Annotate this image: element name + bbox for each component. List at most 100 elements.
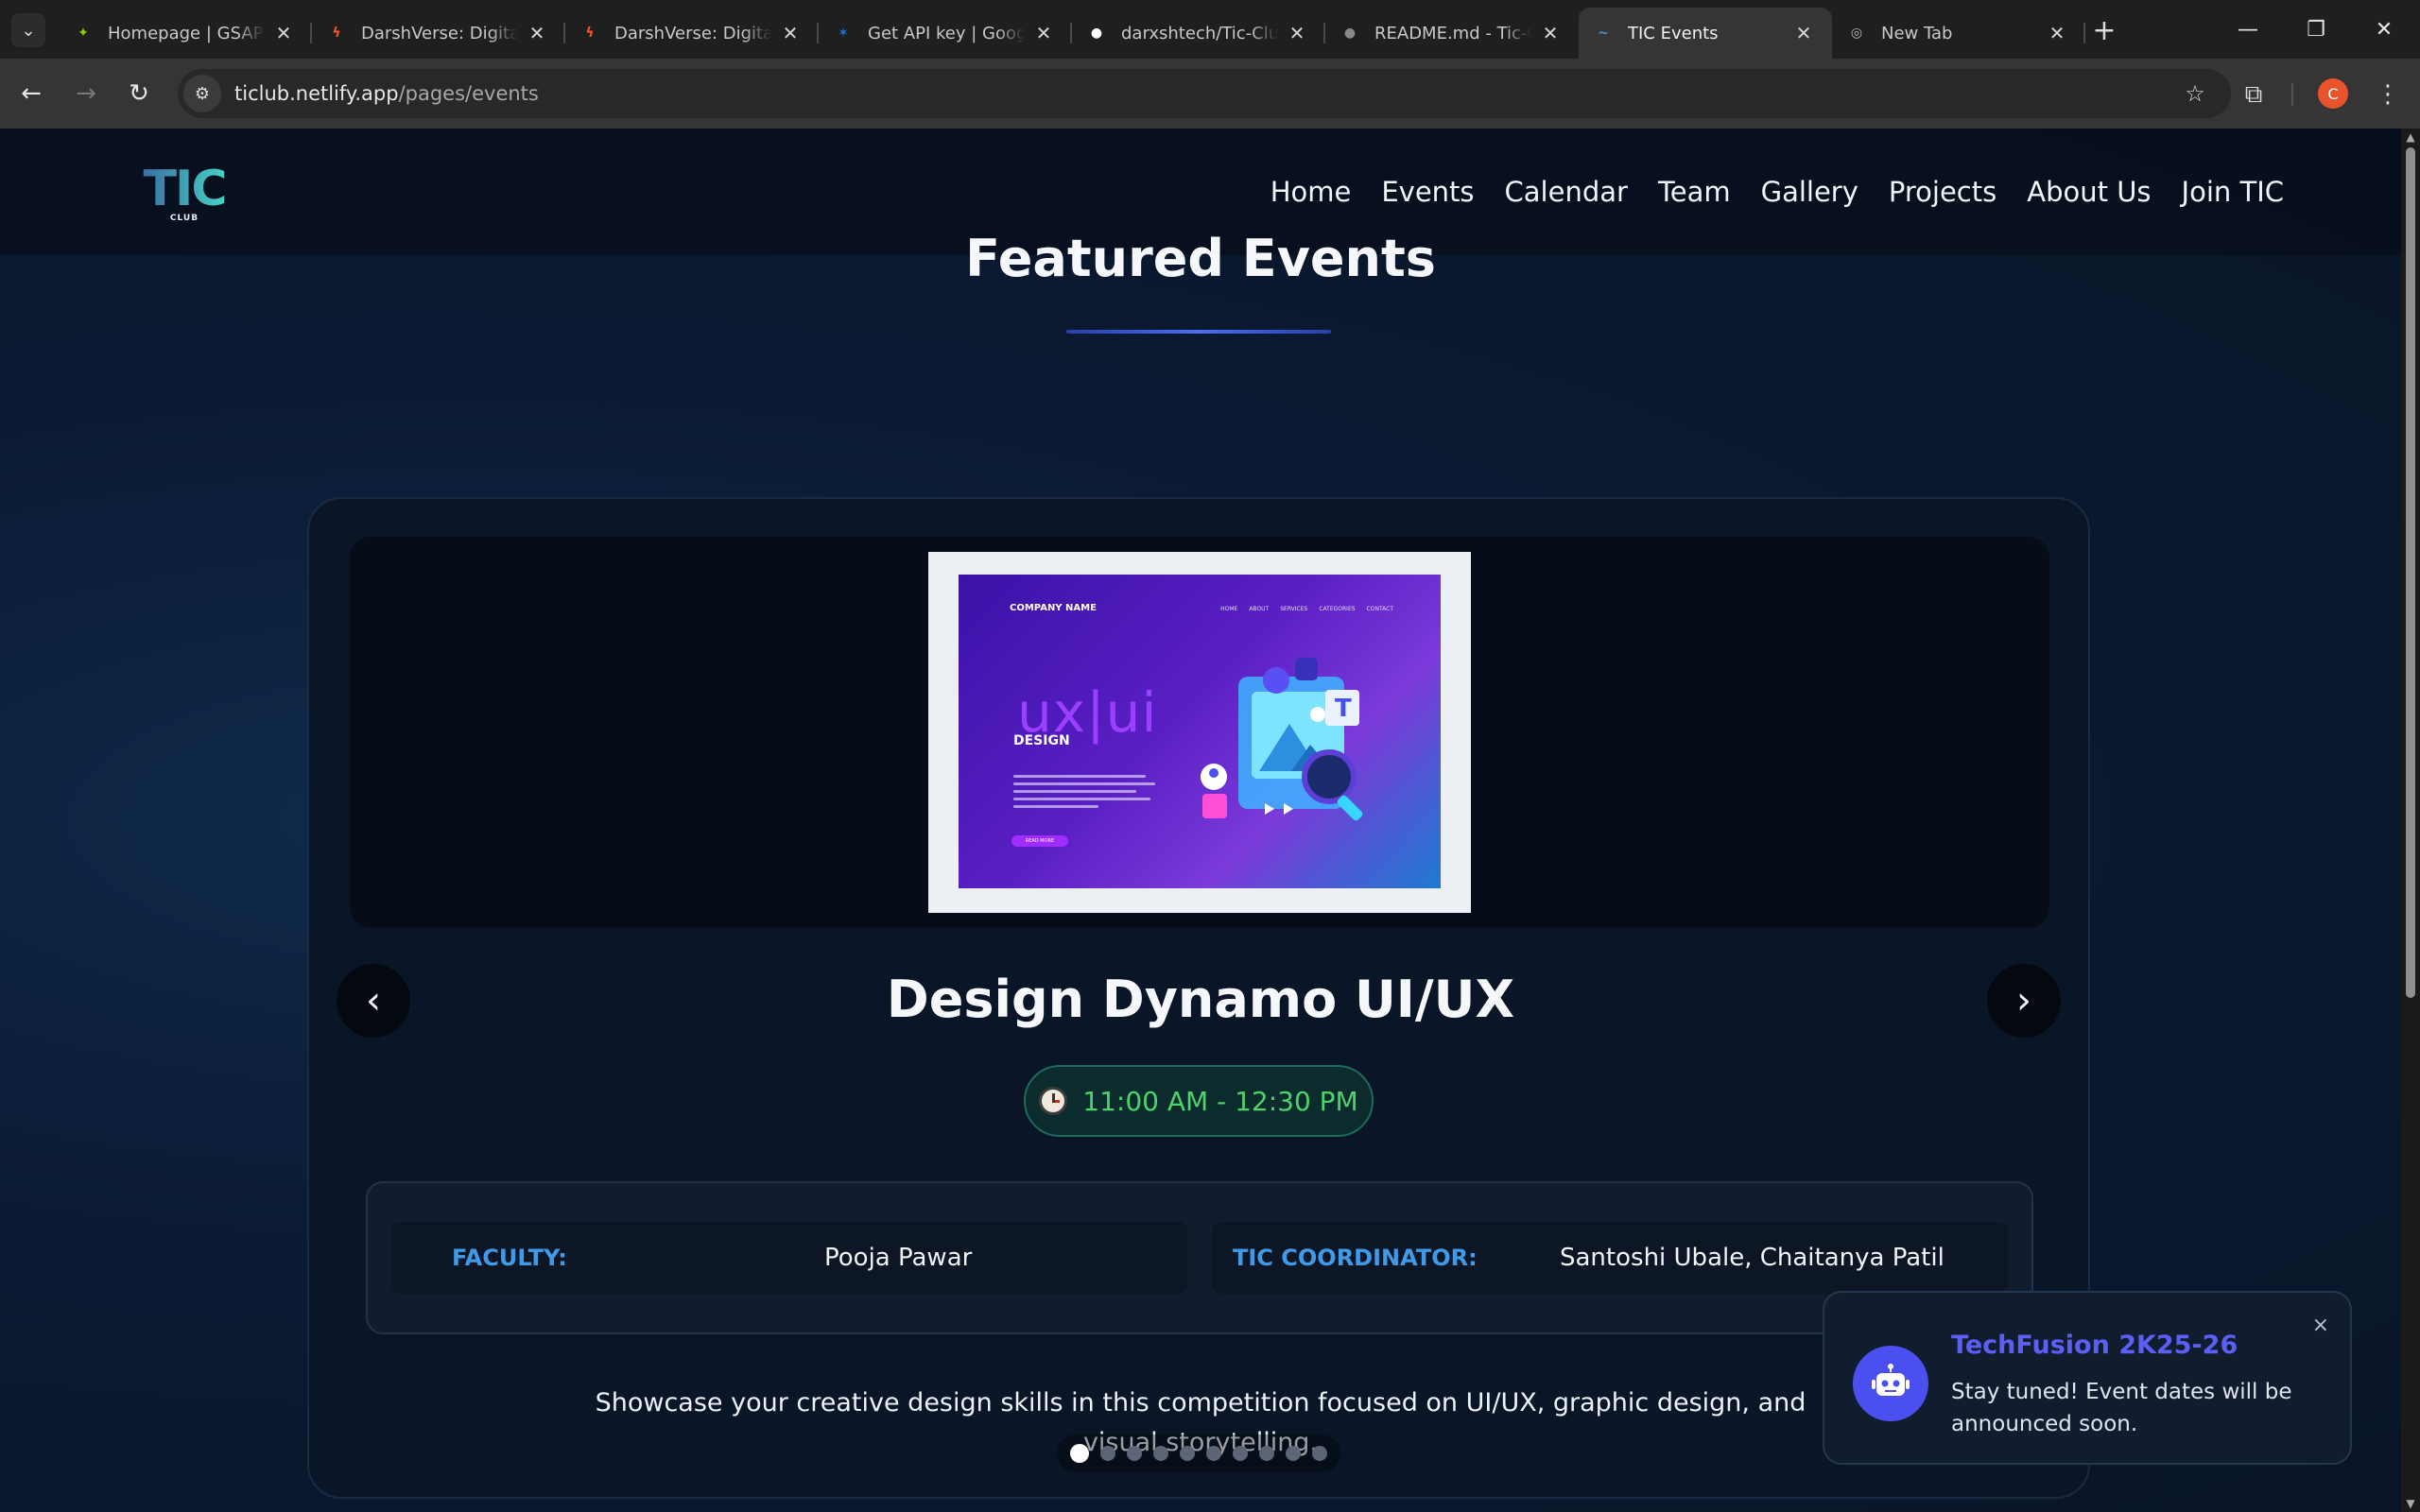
svg-text:T: T [1335, 695, 1352, 723]
site-info-button[interactable]: ⚙ [183, 75, 221, 112]
github-icon: ● [1343, 26, 1357, 41]
nav-link-home[interactable]: Home [1270, 176, 1352, 208]
carousel-dot[interactable] [1180, 1446, 1195, 1461]
tab-close-icon[interactable]: ✕ [2046, 22, 2068, 44]
carousel-dot[interactable] [1127, 1446, 1142, 1461]
logo-mark: TIC [143, 161, 228, 217]
poster-body-text [1013, 775, 1155, 813]
tab-close-icon[interactable]: ✕ [1032, 22, 1055, 44]
more-vert-icon: ⋮ [2376, 80, 2400, 109]
browser-tab[interactable]: ϟ DarshVerse: Digital V ✕ [565, 8, 819, 59]
event-poster: COMPANY NAME HOME ABOUT SERVICES CATEGORIES… [928, 552, 1471, 913]
tic-icon: ~ [1598, 26, 1609, 41]
event-title: Design Dynamo UI/UX [886, 970, 1515, 1029]
scroll-down-arrow-icon[interactable]: ▼ [2405, 1497, 2416, 1510]
url-text[interactable]: ticlub.netlify.app/pages/events [234, 82, 539, 105]
faculty-cell: FACULTY: Pooja Pawar [391, 1222, 1187, 1294]
poster-read-more: READ MORE [1011, 835, 1068, 847]
nav-link-gallery[interactable]: Gallery [1761, 176, 1858, 208]
extensions-button[interactable]: ⧉ [2235, 76, 2273, 113]
forward-button[interactable]: → [66, 74, 106, 113]
poster-nav-item: CONTACT [1366, 606, 1393, 612]
carousel-dot[interactable] [1286, 1446, 1301, 1461]
address-bar[interactable]: ⚙ ticlub.netlify.app/pages/events ☆ [178, 69, 2231, 118]
reload-button[interactable]: ↻ [119, 74, 159, 113]
poster-artwork: COMPANY NAME HOME ABOUT SERVICES CATEGORIES… [959, 575, 1441, 888]
coordinator-cell: TIC COORDINATOR: Santoshi Ubale, Chaitan… [1212, 1222, 2008, 1294]
browser-tab[interactable]: ◎ New Tab ✕ [1832, 8, 2085, 59]
carousel-dot[interactable] [1153, 1446, 1168, 1461]
carousel-dot[interactable] [1070, 1444, 1089, 1463]
puzzle-icon: ⧉ [2244, 79, 2263, 109]
browser-tab[interactable]: ✦ Homepage | GSAP ✕ [59, 8, 312, 59]
poster-subline: DESIGN [1013, 733, 1070, 748]
bolt-icon: ϟ [332, 26, 341, 41]
nav-link-projects[interactable]: Projects [1889, 176, 1996, 208]
poster-illustration-icon: T [1201, 658, 1363, 821]
nav-link-calendar[interactable]: Calendar [1505, 176, 1628, 208]
carousel-pagination [1057, 1435, 1340, 1472]
chrome-icon: ◎ [1850, 26, 1863, 41]
browser-tab[interactable]: ✶ Get API key | Google ✕ [819, 8, 1072, 59]
star-icon: ☆ [2185, 80, 2205, 107]
browser-menu-button[interactable]: ⋮ [2369, 76, 2407, 113]
tab-close-icon[interactable]: ✕ [1539, 22, 1562, 44]
page-scrollbar[interactable]: ▲ ▼ [2401, 129, 2420, 1512]
tab-close-icon[interactable]: ✕ [779, 22, 802, 44]
poster-nav-item: SERVICES [1280, 606, 1308, 612]
carousel-dot[interactable] [1206, 1446, 1221, 1461]
tab-search-button[interactable]: ⌄ [11, 13, 45, 47]
robot-icon [1853, 1346, 1928, 1421]
tab-separator [2083, 23, 2085, 43]
browser-tab[interactable]: ϟ DarshVerse: Digital V ✕ [312, 8, 565, 59]
back-button[interactable]: ← [11, 74, 51, 113]
minimize-button[interactable]: — [2214, 0, 2282, 59]
tab-title: README.md - Tic-Cl [1374, 23, 1531, 43]
new-tab-button[interactable]: + [2087, 13, 2121, 47]
poster-nav-item: HOME [1220, 606, 1238, 612]
tab-close-icon[interactable]: ✕ [1792, 22, 1815, 44]
carousel-dot[interactable] [1259, 1446, 1274, 1461]
google-ai-icon: ✶ [838, 26, 849, 41]
carousel-dot[interactable] [1233, 1446, 1248, 1461]
close-window-button[interactable]: ✕ [2350, 0, 2418, 59]
browser-tab[interactable]: ● darxshtech/Tic-Club ✕ [1072, 8, 1325, 59]
site-logo[interactable]: TIC CLUB [142, 161, 228, 225]
poster-nav-item: ABOUT [1249, 606, 1270, 612]
toast-close-button[interactable]: × [2312, 1314, 2329, 1337]
browser-toolbar: ← → ↻ ⚙ ticlub.netlify.app/pages/events … [0, 59, 2420, 129]
main-nav: Home Events Calendar Team Gallery Projects Abo… [1270, 176, 2284, 208]
carousel-dot[interactable] [1100, 1446, 1115, 1461]
close-icon: ✕ [2375, 17, 2394, 42]
title-underline [1066, 330, 1331, 334]
browser-tab[interactable]: ~ TIC Events ✕ [1579, 8, 1832, 59]
tab-close-icon[interactable]: ✕ [526, 22, 548, 44]
tab-close-icon[interactable]: ✕ [272, 22, 295, 44]
tab-close-icon[interactable]: ✕ [1286, 22, 1308, 44]
toast-message: Stay tuned! Event dates will be announce… [1951, 1380, 2292, 1436]
url-host: ticlub.netlify.app [234, 82, 399, 105]
tab-title: TIC Events [1628, 23, 1719, 43]
nav-link-team[interactable]: Team [1658, 176, 1731, 208]
scrollbar-thumb[interactable] [2406, 147, 2415, 998]
poster-nav-item: CATEGORIES [1319, 606, 1356, 612]
restore-button[interactable]: ❐ [2282, 0, 2350, 59]
bookmark-star-button[interactable]: ☆ [2178, 77, 2212, 111]
tab-title: darxshtech/Tic-Club [1121, 23, 1278, 43]
coordinator-label: TIC COORDINATOR: [1233, 1245, 1478, 1271]
plus-icon: + [2092, 13, 2117, 47]
poster-nav: HOME ABOUT SERVICES CATEGORIES CONTACT [1220, 606, 1393, 612]
chevron-down-icon: ⌄ [21, 20, 36, 41]
nav-link-events[interactable]: Events [1381, 176, 1474, 208]
carousel-dot[interactable] [1312, 1446, 1327, 1461]
browser-tab[interactable]: ● README.md - Tic-Cl ✕ [1325, 8, 1579, 59]
nav-link-join-tic[interactable]: Join TIC [2182, 176, 2284, 208]
nav-link-about-us[interactable]: About Us [2027, 176, 2151, 208]
tab-title: DarshVerse: Digital V [361, 23, 518, 43]
scroll-up-arrow-icon[interactable]: ▲ [2405, 130, 2416, 144]
clock-icon [1039, 1087, 1068, 1115]
event-time-badge: 11:00 AM - 12:30 PM [1024, 1065, 1374, 1137]
faculty-label: FACULTY: [452, 1245, 567, 1271]
coordinator-value: Santoshi Ubale, Chaitanya Patil [1560, 1244, 1945, 1272]
profile-avatar[interactable]: C [2318, 78, 2348, 109]
